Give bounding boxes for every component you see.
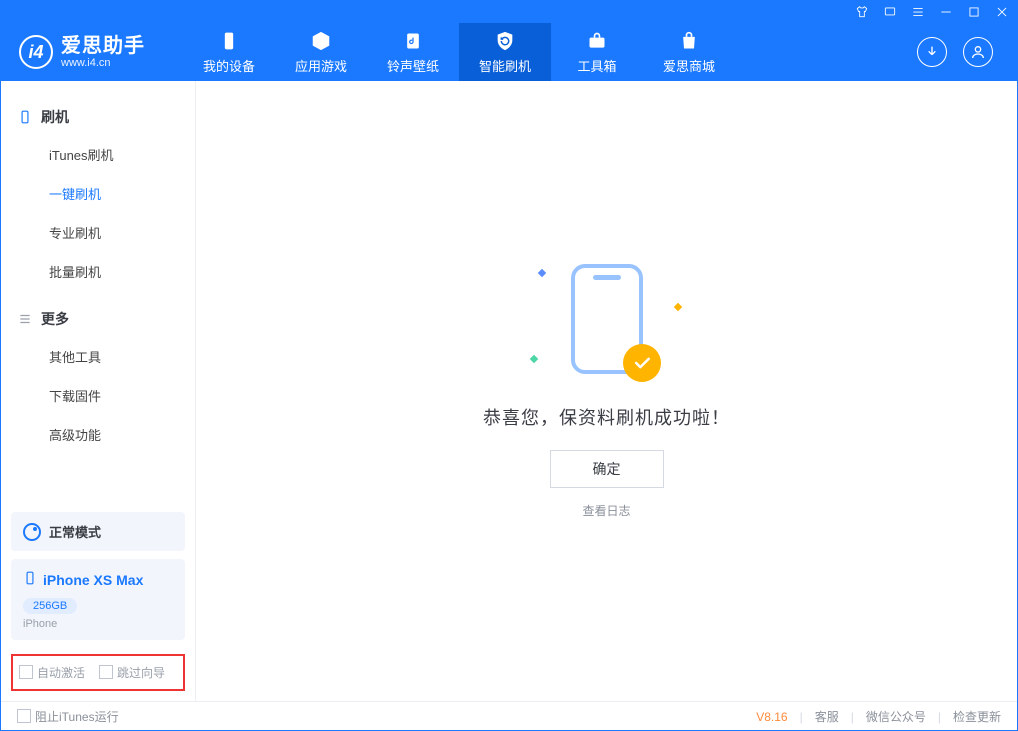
nav-label: 工具箱 <box>577 56 616 75</box>
shield-refresh-icon <box>493 29 517 53</box>
device-mode-card[interactable]: 正常模式 <box>11 512 185 551</box>
nav-label: 爱思商城 <box>663 56 715 75</box>
feedback-icon[interactable] <box>881 3 899 21</box>
sidebar-item-advanced[interactable]: 高级功能 <box>1 415 195 454</box>
toolbox-icon <box>585 29 609 53</box>
sidebar-group-more: 更多 <box>1 301 195 337</box>
flash-options-row: 自动激活 跳过向导 <box>11 654 185 691</box>
device-name: iPhone XS Max <box>43 572 143 588</box>
nav-ringtone[interactable]: 铃声壁纸 <box>367 23 459 81</box>
main-content: 恭喜您，保资料刷机成功啦！ 确定 查看日志 <box>196 81 1017 701</box>
phone-small-icon <box>17 109 33 125</box>
sidebar-list-flash: iTunes刷机 一键刷机 专业刷机 批量刷机 <box>1 135 195 291</box>
minimize-icon[interactable] <box>937 3 955 21</box>
maximize-icon[interactable] <box>965 3 983 21</box>
nav-label: 铃声壁纸 <box>387 56 439 75</box>
group-title: 更多 <box>41 309 69 329</box>
block-itunes-checkbox[interactable]: 阻止iTunes运行 <box>17 708 119 725</box>
menu-icon[interactable] <box>909 3 927 21</box>
skin-icon[interactable] <box>853 3 871 21</box>
nav-apps[interactable]: 应用游戏 <box>275 23 367 81</box>
music-icon <box>401 29 425 53</box>
downloads-button[interactable] <box>917 37 947 67</box>
group-title: 刷机 <box>41 107 69 127</box>
user-button[interactable] <box>963 37 993 67</box>
nav-toolbox[interactable]: 工具箱 <box>551 23 643 81</box>
logo-mark-icon: i4 <box>19 35 53 69</box>
mode-label: 正常模式 <box>49 522 101 541</box>
wechat-link[interactable]: 微信公众号 <box>866 708 926 725</box>
header-right <box>917 37 1017 67</box>
sidebar-item-batch-flash[interactable]: 批量刷机 <box>1 252 195 291</box>
nav-label: 智能刷机 <box>479 56 531 75</box>
sidebar-item-other-tools[interactable]: 其他工具 <box>1 337 195 376</box>
device-icon <box>217 29 241 53</box>
app-logo: i4 爱思助手 www.i4.cn <box>19 35 145 69</box>
workarea: 刷机 iTunes刷机 一键刷机 专业刷机 批量刷机 更多 其他工具 下载固件 … <box>1 81 1017 701</box>
support-link[interactable]: 客服 <box>815 708 839 725</box>
phone-icon <box>23 569 37 590</box>
auto-activate-checkbox[interactable]: 自动激活 <box>19 664 85 681</box>
ok-button[interactable]: 确定 <box>550 450 664 488</box>
success-message: 恭喜您，保资料刷机成功啦！ <box>483 404 730 430</box>
version-label: V8.16 <box>756 710 787 724</box>
sidebar: 刷机 iTunes刷机 一键刷机 专业刷机 批量刷机 更多 其他工具 下载固件 … <box>1 81 196 701</box>
sidebar-item-itunes-flash[interactable]: iTunes刷机 <box>1 135 195 174</box>
check-update-link[interactable]: 检查更新 <box>953 708 1001 725</box>
success-illustration <box>527 264 687 384</box>
top-nav: 我的设备 应用游戏 铃声壁纸 智能刷机 工具箱 爱思商城 <box>183 23 735 81</box>
mode-icon <box>23 523 41 541</box>
close-icon[interactable] <box>993 3 1011 21</box>
nav-store[interactable]: 爱思商城 <box>643 23 735 81</box>
more-icon <box>17 311 33 327</box>
skip-guide-checkbox[interactable]: 跳过向导 <box>99 664 165 681</box>
bag-icon <box>677 29 701 53</box>
nav-device[interactable]: 我的设备 <box>183 23 275 81</box>
titlebar <box>1 1 1017 23</box>
cube-icon <box>309 29 333 53</box>
nav-label: 我的设备 <box>203 56 255 75</box>
view-log-link[interactable]: 查看日志 <box>582 502 630 519</box>
app-name: 爱思助手 <box>61 36 145 57</box>
sidebar-group-flash: 刷机 <box>1 99 195 135</box>
header: i4 爱思助手 www.i4.cn 我的设备 应用游戏 铃声壁纸 智能刷机 工具… <box>1 23 1017 81</box>
sidebar-list-more: 其他工具 下载固件 高级功能 <box>1 337 195 454</box>
statusbar: 阻止iTunes运行 V8.16 | 客服 | 微信公众号 | 检查更新 <box>1 701 1017 731</box>
device-card[interactable]: iPhone XS Max 256GB iPhone <box>11 559 185 640</box>
storage-badge: 256GB <box>23 598 77 614</box>
sidebar-item-download-fw[interactable]: 下载固件 <box>1 376 195 415</box>
nav-label: 应用游戏 <box>295 56 347 75</box>
sidebar-item-onekey-flash[interactable]: 一键刷机 <box>1 174 195 213</box>
app-domain: www.i4.cn <box>61 57 145 69</box>
sidebar-item-pro-flash[interactable]: 专业刷机 <box>1 213 195 252</box>
checkmark-icon <box>623 344 661 382</box>
device-type: iPhone <box>23 618 173 630</box>
nav-flash[interactable]: 智能刷机 <box>459 23 551 81</box>
